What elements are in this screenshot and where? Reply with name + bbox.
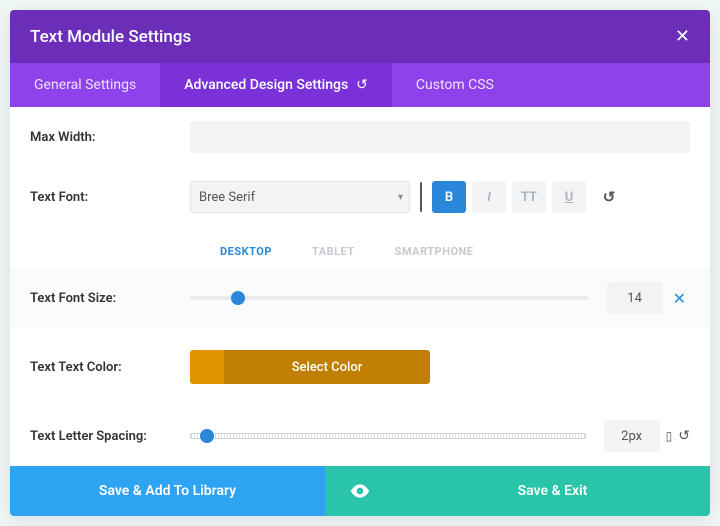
clear-font-size-icon[interactable]: ✕ bbox=[669, 289, 690, 308]
bold-button[interactable]: B bbox=[432, 181, 466, 213]
tab-custom-css[interactable]: Custom CSS bbox=[392, 63, 518, 107]
separator bbox=[420, 182, 422, 212]
font-select-value: Bree Serif bbox=[199, 190, 255, 205]
device-tabs: DESKTOP TABLET SMARTPHONE bbox=[10, 227, 710, 268]
row-text-font: Text Font: Bree Serif B I TT U ↺ bbox=[10, 167, 710, 227]
row-text-color: Text Text Color: Select Color bbox=[10, 328, 710, 406]
color-button-label: Select Color bbox=[224, 350, 430, 384]
row-font-size: Text Font Size: ✕ bbox=[10, 268, 710, 328]
label-letter-spacing: Text Letter Spacing: bbox=[30, 429, 190, 444]
preview-button[interactable] bbox=[325, 466, 395, 516]
modal-footer: Save & Add To Library Save & Exit bbox=[10, 466, 710, 516]
underline-button[interactable]: U bbox=[552, 181, 586, 213]
tab-label: Advanced Design Settings bbox=[184, 77, 348, 93]
row-letter-spacing: Text Letter Spacing: ▯ ↺ bbox=[10, 406, 710, 466]
reset-letter-spacing-icon[interactable]: ↺ bbox=[678, 428, 690, 444]
color-swatch bbox=[190, 350, 224, 384]
save-add-library-button[interactable]: Save & Add To Library bbox=[10, 466, 325, 516]
slider-thumb[interactable] bbox=[200, 429, 214, 443]
device-tab-smartphone[interactable]: SMARTPHONE bbox=[395, 245, 474, 258]
italic-button[interactable]: I bbox=[472, 181, 506, 213]
label-font-size: Text Font Size: bbox=[30, 291, 190, 306]
device-tab-desktop[interactable]: DESKTOP bbox=[220, 245, 272, 258]
modal-body: Max Width: Text Font: Bree Serif B I TT … bbox=[10, 107, 710, 466]
row-max-width: Max Width: bbox=[10, 107, 710, 167]
letter-spacing-slider[interactable] bbox=[190, 433, 586, 439]
device-tab-tablet[interactable]: TABLET bbox=[312, 245, 355, 258]
select-color-button[interactable]: Select Color bbox=[190, 350, 430, 384]
letter-spacing-input[interactable] bbox=[604, 420, 660, 452]
tab-general[interactable]: General Settings bbox=[10, 63, 160, 107]
uppercase-button[interactable]: TT bbox=[512, 181, 546, 213]
slider-thumb[interactable] bbox=[231, 291, 245, 305]
max-width-input[interactable] bbox=[190, 121, 690, 153]
reset-font-icon[interactable]: ↺ bbox=[592, 181, 626, 213]
modal-header: Text Module Settings ✕ bbox=[10, 10, 710, 63]
font-size-input[interactable] bbox=[607, 282, 663, 314]
tab-advanced-design[interactable]: Advanced Design Settings ↺ bbox=[160, 63, 392, 107]
undo-icon: ↺ bbox=[356, 77, 368, 93]
modal-title: Text Module Settings bbox=[30, 27, 191, 47]
font-select[interactable]: Bree Serif bbox=[190, 181, 410, 213]
close-icon[interactable]: ✕ bbox=[675, 26, 690, 47]
label-text-color: Text Text Color: bbox=[30, 360, 190, 375]
letter-spacing-icons: ▯ ↺ bbox=[666, 428, 690, 444]
tab-bar: General Settings Advanced Design Setting… bbox=[10, 63, 710, 107]
save-exit-button[interactable]: Save & Exit bbox=[395, 466, 710, 516]
label-text-font: Text Font: bbox=[30, 190, 190, 205]
text-module-settings-modal: Text Module Settings ✕ General Settings … bbox=[10, 10, 710, 516]
eye-icon bbox=[350, 484, 370, 498]
font-size-section: DESKTOP TABLET SMARTPHONE Text Font Size… bbox=[10, 227, 710, 328]
label-max-width: Max Width: bbox=[30, 130, 190, 145]
responsive-icon[interactable]: ▯ bbox=[666, 429, 673, 443]
font-size-slider[interactable] bbox=[190, 296, 589, 300]
